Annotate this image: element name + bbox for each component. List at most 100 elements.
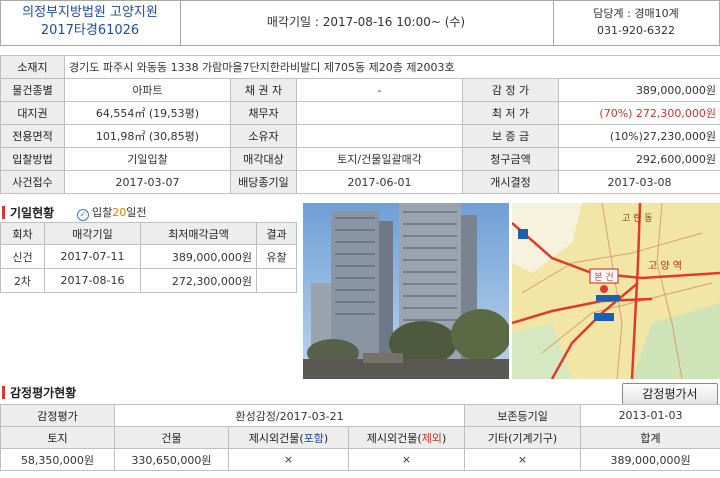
case-receipt-value: 2017-03-07	[64, 170, 231, 194]
bid-method-value: 기일입찰	[64, 147, 231, 171]
table-row: 물건종별 아파트 채 권 자 - 감 정 가 389,000,000원	[0, 78, 720, 102]
min-price-label: 최 저 가	[462, 101, 559, 125]
excl-in-prefix: 제시외건물(	[248, 431, 304, 445]
bidding-title-text: 기일현황	[10, 206, 55, 220]
col-excluded-excluded: 제시외건물(제외)	[347, 426, 466, 449]
court-name: 의정부지방법원 고양지원	[22, 5, 158, 20]
excluded-excluded-value: ×	[347, 448, 466, 471]
table-header-row: 토지 건물 제시외건물(포함) 제시외건물(제외) 기타(기계기구) 합계	[0, 426, 720, 449]
result-cell: 유찰	[256, 244, 297, 269]
table-row: 대지권 64,554㎡ (19,53평) 채무자 최 저 가 (70%) 272…	[0, 101, 720, 125]
excl-out-close: )	[441, 431, 447, 445]
other-value: ×	[464, 448, 582, 471]
col-round: 회차	[0, 222, 45, 245]
deposit-value: (10%)27,230,000원	[557, 124, 720, 148]
table-row: 사건접수 2017-03-07 배당종기일 2017-06-01 개시결정 20…	[0, 170, 720, 194]
address-label: 소재지	[0, 55, 65, 79]
start-label: 개시결정	[462, 170, 559, 194]
map-marker-label: 본 건	[594, 272, 613, 283]
start-value: 2017-03-08	[557, 170, 720, 194]
court-block: 의정부지방법원 고양지원 2017타경61026	[8, 4, 172, 40]
sale-date: 매각기일 : 2017-08-16 10:00~ (수)	[266, 15, 466, 29]
section-marker	[2, 206, 5, 219]
owner-label: 소유자	[230, 124, 297, 148]
land-right-value: 64,554㎡ (19,53평)	[64, 101, 231, 125]
sale-target-label: 매각대상	[230, 147, 297, 171]
dividend-value: 2017-06-01	[296, 170, 463, 194]
bid-countdown: ✓ 입찰20일전	[77, 204, 147, 221]
appraisal-section-title: 감정평가현황	[2, 384, 76, 401]
appraisal-title-text: 감정평가현황	[10, 386, 77, 400]
header-divider	[553, 0, 554, 46]
creditor-label: 채 권 자	[230, 78, 297, 102]
appraisal-report-button[interactable]: 감정평가서	[622, 383, 718, 405]
land-right-label: 대지권	[0, 101, 65, 125]
excluded-included-value: ×	[228, 448, 349, 471]
col-date: 매각기일	[44, 222, 141, 245]
table-row: 신건 2017-07-11 389,000,000원 유찰	[0, 244, 297, 269]
round-cell: 2차	[0, 268, 45, 293]
col-total: 합계	[580, 426, 720, 449]
table-header-row: 회차 매각기일 최저매각금액 결과	[0, 222, 297, 245]
col-result: 결과	[256, 222, 297, 245]
creditor-value: -	[296, 78, 463, 102]
appraisal-table: 감정평가 환성감정/2017-03-21 보존등기일 2013-01-03 토지…	[0, 404, 720, 471]
col-building: 건물	[114, 426, 229, 449]
debtor-label: 채무자	[230, 101, 297, 125]
section-marker	[2, 386, 5, 399]
bidding-section-title: 기일현황	[2, 204, 54, 221]
excl-in-close: )	[323, 431, 329, 445]
map-illustration: 본 건 고 양 역 고 란 동	[512, 203, 720, 379]
contact-phone: 031-920-6322	[597, 24, 675, 37]
case-number: 2017타경61026	[40, 23, 140, 38]
check-circle-icon: ✓	[77, 209, 89, 221]
land-value: 58,350,000원	[0, 448, 115, 471]
excl-in-word: 포함	[303, 431, 324, 445]
bidding-table: 회차 매각기일 최저매각금액 결과 신건 2017-07-11 389,000,…	[0, 222, 297, 293]
contact-dept: 담당계 : 경매10계	[593, 7, 679, 20]
date-cell: 2017-08-16	[44, 268, 141, 293]
appraisal-label: 감 정 가	[462, 78, 559, 102]
badge-prefix: 입찰	[92, 206, 113, 219]
appraisal-header-value: 환성감정/2017-03-21	[113, 404, 466, 427]
claim-label: 청구금액	[462, 147, 559, 171]
bid-method-label: 입찰방법	[0, 147, 65, 171]
property-info-table: 소재지 경기도 파주시 와동동 1338 가람마을7단지한라비발디 제705동 …	[0, 55, 720, 194]
round-cell: 신건	[0, 244, 45, 269]
claim-value: 292,600,000원	[557, 147, 720, 171]
building-value: 330,650,000원	[114, 448, 229, 471]
type-label: 물건종별	[0, 78, 65, 102]
location-map[interactable]: 본 건 고 양 역 고 란 동	[512, 203, 720, 379]
contact-block: 담당계 : 경매10계 031-920-6322	[556, 5, 716, 39]
property-photo[interactable]	[303, 203, 509, 379]
owner-value	[296, 124, 463, 148]
dividend-label: 배당종기일	[230, 170, 297, 194]
deposit-label: 보 증 금	[462, 124, 559, 148]
address-value: 경기도 파주시 와동동 1338 가람마을7단지한라비발디 제705동 제20층…	[63, 55, 720, 79]
result-cell	[256, 268, 297, 293]
badge-suffix: 일전	[126, 206, 147, 219]
total-value: 389,000,000원	[580, 448, 720, 471]
table-row: 58,350,000원 330,650,000원 × × × 389,000,0…	[0, 448, 720, 471]
min-price-value: (70%) 272,300,000원	[557, 101, 720, 125]
table-row: 전용면적 101,98㎡ (30,85평) 소유자 보 증 금 (10%)27,…	[0, 124, 720, 148]
area-value: 101,98㎡ (30,85평)	[64, 124, 231, 148]
table-row: 2차 2017-08-16 272,300,000원	[0, 268, 297, 293]
case-receipt-label: 사건접수	[0, 170, 65, 194]
badge-days: 20	[112, 206, 127, 219]
sale-target-value: 토지/건물일괄매각	[296, 147, 463, 171]
type-value: 아파트	[64, 78, 231, 102]
price-cell: 389,000,000원	[140, 244, 257, 269]
table-row: 감정평가 환성감정/2017-03-21 보존등기일 2013-01-03	[0, 404, 720, 427]
excl-out-prefix: 제시외건물(	[366, 431, 422, 445]
appraisal-value: 389,000,000원	[557, 78, 720, 102]
table-row: 소재지 경기도 파주시 와동동 1338 가람마을7단지한라비발디 제705동 …	[0, 55, 720, 79]
price-cell: 272,300,000원	[140, 268, 257, 293]
table-row: 입찰방법 기일입찰 매각대상 토지/건물일괄매각 청구금액 292,600,00…	[0, 147, 720, 171]
col-excluded-included: 제시외건물(포함)	[228, 426, 349, 449]
col-other: 기타(기계기구)	[464, 426, 582, 449]
preserve-value: 2013-01-03	[580, 404, 720, 427]
area-label: 전용면적	[0, 124, 65, 148]
excl-out-word: 제외	[421, 431, 442, 445]
col-min-price: 최저매각금액	[140, 222, 257, 245]
